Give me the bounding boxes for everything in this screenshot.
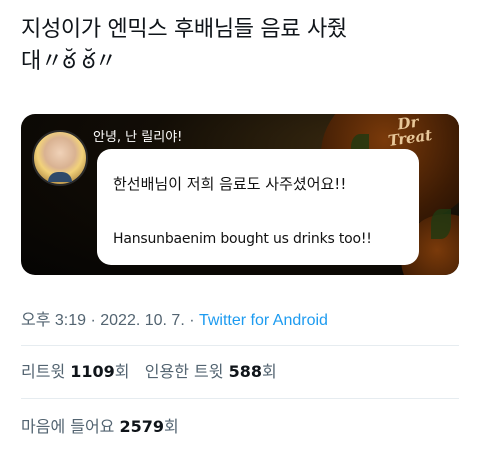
quotes-stat[interactable]: 인용한 트윗 588회 xyxy=(145,362,277,381)
meta-separator: · xyxy=(86,312,101,329)
tweet-media-image[interactable]: Dr Treat 안녕, 난 릴리야! 한선배님이 저희 음료도 사주셨어요!!… xyxy=(21,114,459,275)
speaker-name: 안녕, 난 릴리야! xyxy=(93,130,183,145)
retweets-suffix: 회 xyxy=(114,362,130,381)
avatar xyxy=(32,130,88,186)
quotes-label: 인용한 트윗 xyxy=(144,362,229,381)
likes-count: 2579 xyxy=(119,417,165,436)
tweet-meta: 오후 3:19 · 2022. 10. 7. · Twitter for And… xyxy=(21,306,328,330)
meta-separator: · xyxy=(184,312,199,329)
retweets-stat[interactable]: 리트윗 1109회 xyxy=(21,362,130,381)
bubble-korean-text: 한선배님이 저희 음료도 사주셨어요!! xyxy=(113,175,347,193)
retweets-label: 리트윗 xyxy=(21,362,71,381)
tweet-source-link[interactable]: Twitter for Android xyxy=(199,312,328,329)
tweet-time[interactable]: 오후 3:19 xyxy=(21,312,86,329)
leaf-decoration xyxy=(431,209,451,239)
divider xyxy=(21,398,459,399)
retweets-count: 1109 xyxy=(70,362,115,381)
divider xyxy=(21,345,459,346)
tweet-text-line-1: 지성이가 엔믹스 후배님들 음료 사줬 xyxy=(21,17,347,42)
quotes-count: 588 xyxy=(228,362,262,381)
likes-suffix: 회 xyxy=(164,417,179,436)
likes-label: 마음에 들어요 xyxy=(21,417,120,436)
tweet-text-line-2: 대〃ఠ̆ ఠ̆〃 xyxy=(21,49,117,74)
dr-treat-sign: Dr Treat xyxy=(385,114,433,150)
tweet-date[interactable]: 2022. 10. 7. xyxy=(100,312,185,329)
tweet-text: 지성이가 엔믹스 후배님들 음료 사줬 대〃ఠ̆ ఠ̆〃 xyxy=(21,14,461,78)
speech-bubble: 한선배님이 저희 음료도 사주셨어요!! Hansunbaenim bought… xyxy=(97,149,419,265)
bubble-english-text: Hansunbaenim bought us drinks too!! xyxy=(113,231,372,247)
likes-stat[interactable]: 마음에 들어요 2579회 xyxy=(21,413,179,437)
quotes-suffix: 회 xyxy=(261,362,277,381)
tweet-stats: 리트윗 1109회 인용한 트윗 588회 xyxy=(21,358,277,382)
